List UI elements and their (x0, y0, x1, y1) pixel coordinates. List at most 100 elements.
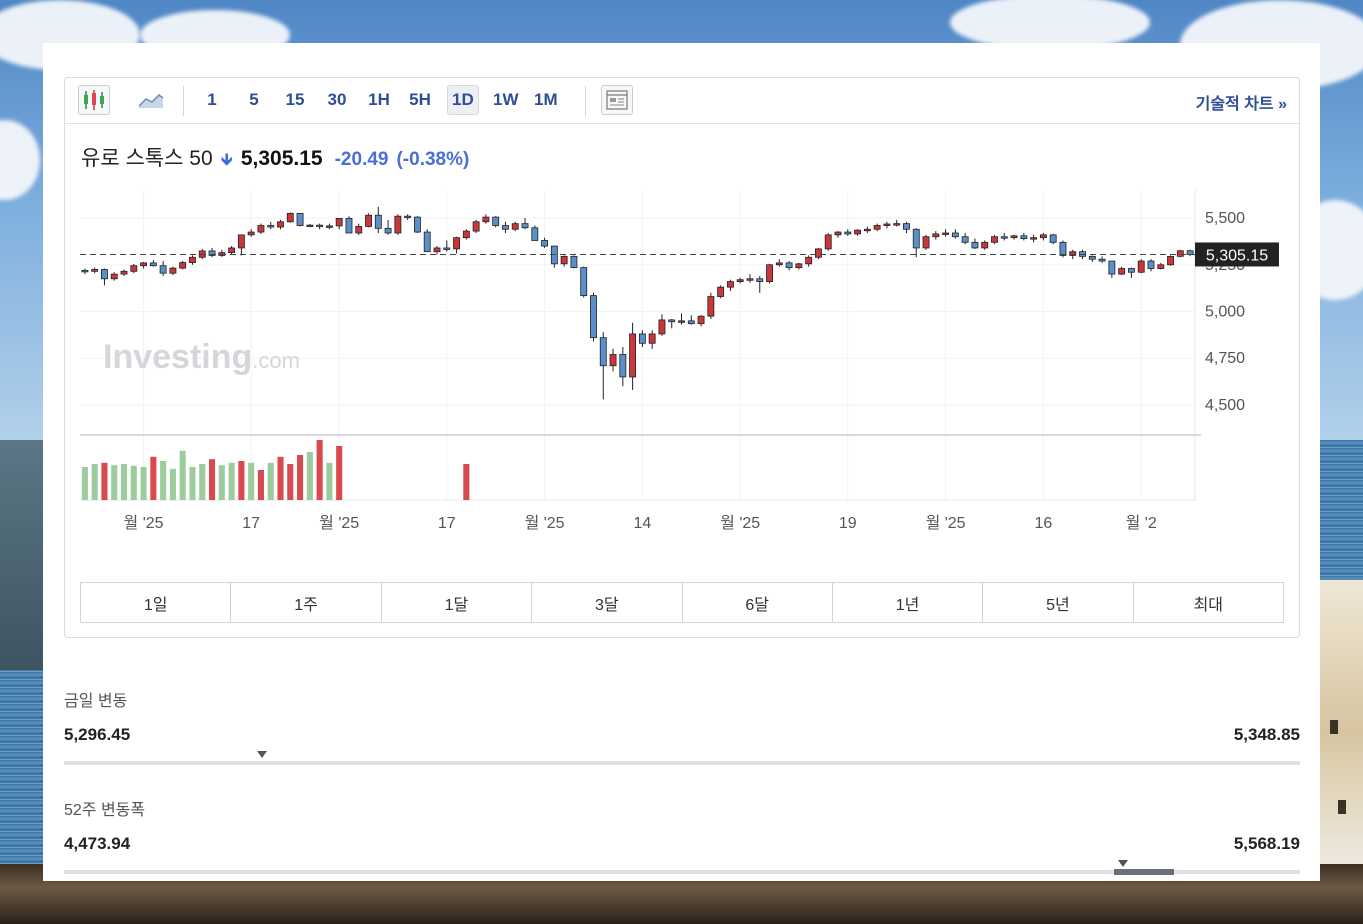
instrument-name: 유로 스톡스 50 (81, 147, 213, 170)
candle-body (1088, 255, 1096, 260)
candle-body (746, 278, 754, 281)
town-buildings (1318, 580, 1363, 880)
interval-5[interactable]: 5 (239, 85, 269, 115)
candle-body (951, 232, 959, 238)
candle-body (130, 265, 138, 272)
volume-bar (81, 467, 88, 500)
interval-15[interactable]: 15 (280, 85, 310, 115)
volume-bar (160, 461, 167, 500)
candle-body (120, 270, 128, 275)
range-1m[interactable]: 1달 (381, 583, 533, 622)
range-selector: 1일 1주 1달 3달 6달 1년 5년 최대 (80, 582, 1284, 623)
candle-body (228, 247, 236, 254)
range-1w[interactable]: 1주 (231, 583, 382, 622)
candle-body (1039, 234, 1047, 239)
volume-bar (306, 452, 313, 500)
interval-1d[interactable]: 1D (447, 85, 479, 115)
technical-chart-link[interactable]: 기술적 차트 » (1196, 90, 1287, 114)
range-max[interactable]: 최대 (1133, 583, 1283, 622)
candle-body (247, 231, 255, 236)
interval-1w[interactable]: 1W (489, 85, 523, 115)
candle-body (237, 234, 245, 249)
interval-1h[interactable]: 1H (364, 85, 394, 115)
candle-body (991, 236, 998, 243)
range-1y[interactable]: 1년 (832, 583, 984, 622)
candle-body (355, 226, 363, 234)
candle-body (1137, 260, 1145, 273)
candle-body (629, 333, 637, 378)
candle-body (1059, 241, 1067, 256)
range-3m[interactable]: 3달 (532, 583, 683, 622)
x-tick-label: 월 '25 (720, 514, 760, 532)
candle-body (296, 212, 304, 226)
52-week-marker (1118, 860, 1129, 867)
candle-body (1010, 235, 1018, 239)
x-tick-label: 16 (1035, 515, 1053, 532)
candle-body (678, 320, 685, 323)
candle-body (580, 267, 588, 297)
candle-body (306, 224, 314, 228)
price-change: -20.49 (334, 149, 389, 170)
candle-body (384, 227, 392, 234)
candle-body (325, 225, 333, 228)
candle-body (1000, 236, 1008, 239)
volume-bar (199, 464, 206, 500)
y-axis: 5,5005,2505,0004,7504,500 (1205, 210, 1245, 414)
candle-body (1020, 235, 1028, 240)
x-tick-label: 14 (633, 515, 651, 532)
day-low: 5,296.45 (64, 725, 131, 744)
y-tick-label: 5,500 (1205, 210, 1245, 227)
volume-bar (189, 467, 196, 500)
layout-icon[interactable] (601, 85, 633, 115)
y-tick-label: 5,000 (1205, 304, 1245, 321)
range-5y[interactable]: 5년 (983, 583, 1134, 622)
volume-bar (179, 450, 186, 500)
price-change-pct: (-0.38%) (396, 149, 470, 170)
candle-body (1118, 268, 1126, 275)
interval-5h[interactable]: 5H (405, 85, 435, 115)
candle-body (365, 214, 372, 227)
candle-body (981, 241, 989, 249)
candle-body (863, 228, 871, 232)
candlestick-icon[interactable] (78, 85, 110, 115)
volume-bars (81, 440, 470, 500)
interval-30[interactable]: 30 (322, 85, 352, 115)
candle-body (570, 255, 578, 268)
range-1d[interactable]: 1일 (81, 583, 232, 622)
candle-body (433, 247, 441, 253)
candle-body (687, 320, 695, 325)
candle-body (140, 262, 148, 267)
last-price: 5,305.15 (240, 147, 323, 170)
volume-bar (257, 470, 264, 500)
last-price-tag-label: 5,305.15 (1206, 247, 1268, 264)
candle-body (756, 278, 764, 282)
x-tick-label: 월 '2 (1126, 514, 1157, 532)
volume-bar (336, 446, 343, 500)
volume-bar (150, 456, 157, 500)
range-6m[interactable]: 6달 (682, 583, 833, 622)
candle-body (169, 267, 177, 274)
candle-body (345, 218, 353, 234)
candle-body (883, 223, 891, 226)
candle-body (492, 216, 500, 226)
interval-1m[interactable]: 1M (530, 85, 562, 115)
price-chart[interactable]: Investing.com 5,5005,2505,0004,7504,500 … (65, 190, 1299, 550)
candle-body (541, 240, 549, 247)
volume-bar (120, 464, 128, 500)
candle-body (257, 225, 265, 233)
volume-bar (140, 467, 147, 500)
volume-bar (218, 465, 225, 500)
candle-body (1176, 250, 1184, 257)
interval-1[interactable]: 1 (197, 85, 227, 115)
x-tick-label: 월 '25 (319, 514, 359, 532)
candle-body (873, 225, 881, 230)
candle-body (775, 262, 783, 266)
area-chart-icon[interactable] (135, 85, 167, 115)
volume-bar (277, 456, 284, 500)
candle-body (1147, 260, 1155, 269)
candle-body (707, 296, 715, 317)
volume-bar (316, 440, 323, 500)
52-week-range: 52주 변동폭 4,473.94 5,568.19 (64, 796, 1300, 875)
chart-toolbar: 1 5 15 30 1H 5H 1D 1W 1M 기술적 차트 » (65, 78, 1299, 124)
candle-body (697, 315, 705, 325)
